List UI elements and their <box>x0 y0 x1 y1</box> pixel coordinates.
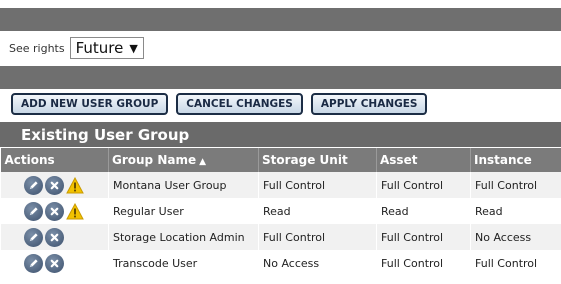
row-actions <box>5 227 108 247</box>
column-header-asset[interactable]: Asset <box>376 148 471 172</box>
x-circle-icon[interactable] <box>45 227 64 247</box>
storage-unit-cell: Read <box>258 198 377 224</box>
group-name-cell[interactable]: Transcode User <box>108 250 259 276</box>
add-user-group-button[interactable]: ADD NEW USER GROUP <box>11 93 169 115</box>
top-toolbar-bar <box>0 8 561 31</box>
group-name-cell[interactable]: Regular User <box>108 198 259 224</box>
actions-cell <box>0 224 109 250</box>
storage-unit-cell: Full Control <box>258 224 377 250</box>
warning-icon <box>66 176 84 194</box>
instance-cell: Read <box>470 198 561 224</box>
actions-cell <box>0 172 109 198</box>
rights-dropdown-value: Future <box>75 39 124 57</box>
x-circle-icon[interactable] <box>45 201 64 221</box>
user-group-table: Actions Group Name ▲ Storage Unit Asset I… <box>0 148 561 276</box>
rights-dropdown[interactable]: Future ▼ <box>69 37 144 59</box>
row-actions <box>5 253 108 273</box>
secondary-bar <box>0 66 561 89</box>
pencil-icon[interactable] <box>24 175 43 195</box>
table-row: Regular User Read Read Read <box>0 198 561 224</box>
panel-title: Existing User Group <box>0 122 561 147</box>
table-row: Transcode User No Access Full Control Fu… <box>0 250 561 276</box>
group-name-header-label: Group Name <box>112 153 197 167</box>
rights-label: See rights <box>9 41 65 55</box>
row-actions <box>5 201 108 221</box>
column-header-storage-unit[interactable]: Storage Unit <box>258 148 377 172</box>
instance-cell: Full Control <box>470 172 561 198</box>
cancel-changes-button[interactable]: CANCEL CHANGES <box>176 93 303 115</box>
group-name-cell[interactable]: Storage Location Admin <box>108 224 259 250</box>
actions-cell <box>0 198 109 224</box>
row-actions <box>5 175 108 195</box>
caret-down-icon: ▼ <box>129 41 138 55</box>
action-buttons: ADD NEW USER GROUP CANCEL CHANGES APPLY … <box>11 93 428 115</box>
pencil-icon[interactable] <box>24 227 43 247</box>
group-name-cell[interactable]: Montana User Group <box>108 172 259 198</box>
column-header-instance[interactable]: Instance <box>470 148 561 172</box>
column-header-actions: Actions <box>0 148 109 172</box>
sort-ascending-icon: ▲ <box>199 157 207 167</box>
pencil-icon[interactable] <box>24 201 43 221</box>
column-header-group-name[interactable]: Group Name ▲ <box>108 148 259 172</box>
asset-cell: Full Control <box>376 172 471 198</box>
storage-unit-cell: Full Control <box>258 172 377 198</box>
warning-icon <box>66 202 84 220</box>
table-row: Storage Location Admin Full Control Full… <box>0 224 561 250</box>
storage-unit-cell: No Access <box>258 250 377 276</box>
asset-cell: Full Control <box>376 250 471 276</box>
table-row: Montana User Group Full Control Full Con… <box>0 172 561 198</box>
instance-cell: No Access <box>470 224 561 250</box>
x-circle-icon[interactable] <box>45 175 64 195</box>
actions-cell <box>0 250 109 276</box>
rights-selector-row: See rights Future ▼ <box>9 36 144 60</box>
asset-cell: Read <box>376 198 471 224</box>
table-header-row: Actions Group Name ▲ Storage Unit Asset I… <box>0 148 561 172</box>
asset-cell: Full Control <box>376 224 471 250</box>
x-circle-icon[interactable] <box>45 253 64 273</box>
pencil-icon[interactable] <box>24 253 43 273</box>
instance-cell: Full Control <box>470 250 561 276</box>
apply-changes-button[interactable]: APPLY CHANGES <box>310 93 428 115</box>
